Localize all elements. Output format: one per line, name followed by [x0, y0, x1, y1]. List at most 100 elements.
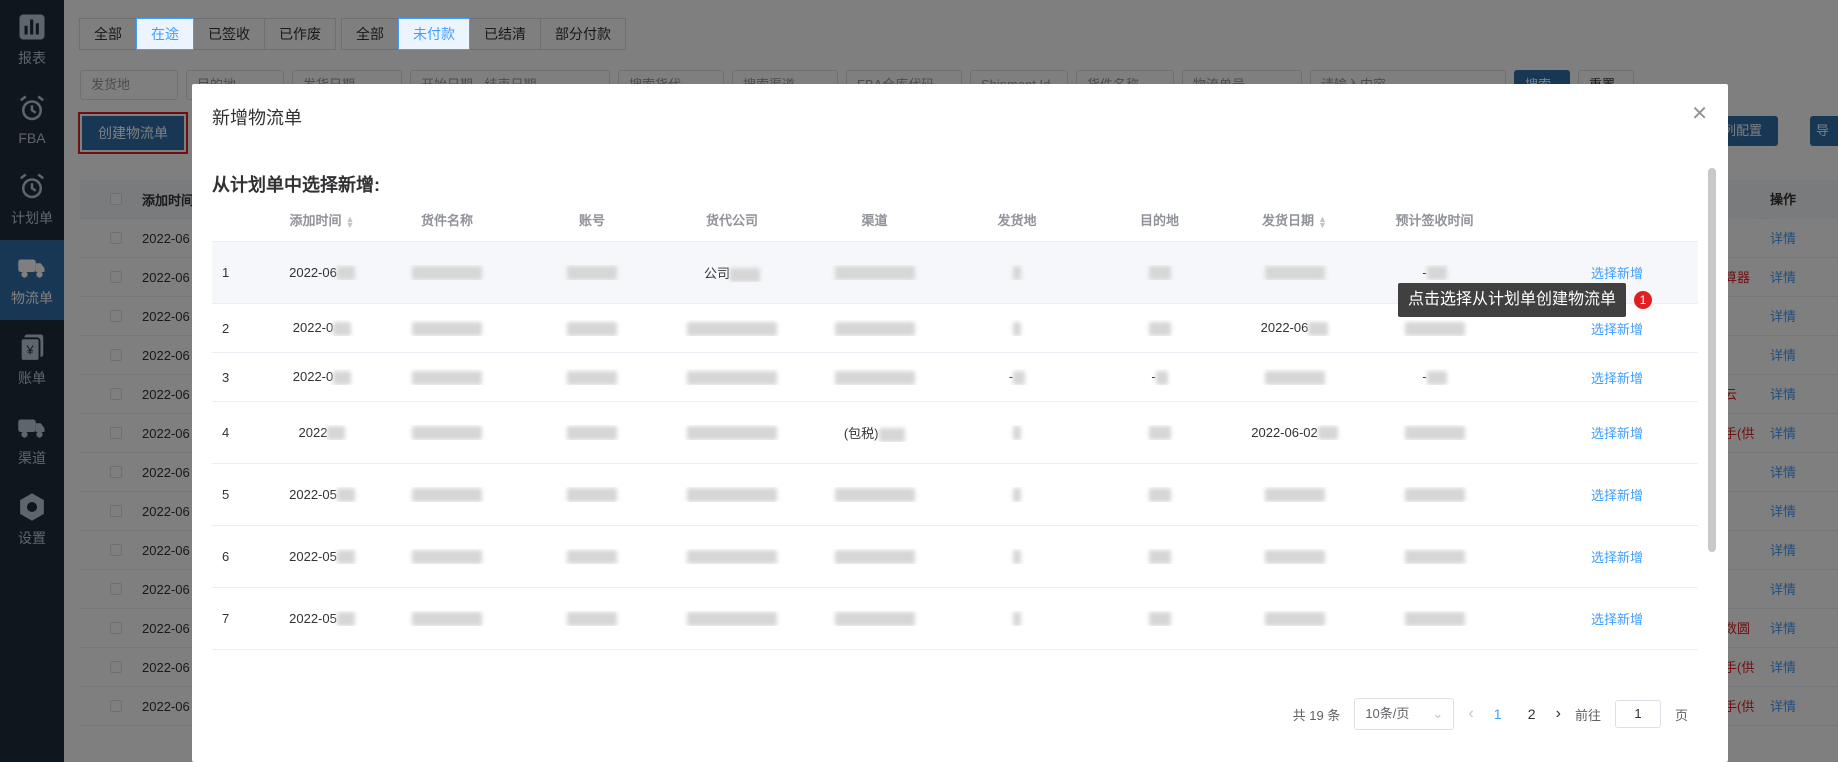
redacted-block: [1148, 321, 1171, 336]
tab-unpaid[interactable]: 未付款: [398, 18, 470, 50]
close-icon[interactable]: ✕: [1691, 104, 1708, 124]
row-add-time-text: 2022-05: [289, 486, 337, 502]
row-eta: [1357, 425, 1512, 441]
col-channel: 渠道: [861, 213, 888, 228]
row-ship-date: [1232, 611, 1357, 627]
redacted-block: [687, 612, 777, 627]
redacted-block: [567, 321, 617, 336]
redacted-block: [412, 550, 482, 565]
redacted-block: [1308, 321, 1329, 336]
redacted-block: [1264, 370, 1325, 385]
page-1[interactable]: 1: [1488, 706, 1508, 722]
row-number-text: 4: [222, 425, 230, 440]
row-number: 3: [212, 370, 272, 385]
row-name: [372, 369, 522, 385]
redacted-block: [1404, 612, 1465, 627]
row-forwarder: [662, 369, 802, 385]
new-logistics-dialog: 新增物流单 ✕ 从计划单中选择新增: 添加时间 ▲ ▼ 货件名称 账号 货代公司 渠…: [192, 84, 1728, 762]
row-ship-date-text: 2022-06: [1260, 320, 1309, 336]
row-eta: [1357, 549, 1512, 565]
row-destination: [1087, 320, 1232, 336]
sort-icon[interactable]: ▲ ▼: [1318, 214, 1327, 229]
row-number: 5: [212, 487, 272, 502]
row-forwarder: [662, 611, 802, 627]
row-origin: [947, 425, 1087, 441]
select-add-link[interactable]: 选择新增: [1512, 609, 1657, 628]
redacted-block: [1013, 370, 1026, 385]
pagination: 共 19 条 10条/页 ⌄ ‹ 1 2 › 前往 1 页: [1293, 698, 1688, 730]
row-add-time-text: 2022: [298, 424, 328, 440]
row-number: 2: [212, 321, 272, 336]
section-title: 从计划单中选择新增:: [212, 175, 380, 195]
row-name: [372, 611, 522, 627]
row-eta: -: [1357, 265, 1512, 281]
row-channel: [802, 320, 947, 336]
redacted-block: [412, 426, 482, 441]
page-size-select[interactable]: 10条/页 ⌄: [1354, 698, 1455, 730]
row-origin: [947, 611, 1087, 627]
row-ship-date: [1232, 549, 1357, 565]
row-name: [372, 425, 522, 441]
redacted-block: [1148, 550, 1171, 565]
redacted-block: [1264, 488, 1325, 503]
col-origin: 发货地: [997, 213, 1037, 228]
chevron-down-icon: ⌄: [1432, 706, 1444, 721]
redacted-block: [1013, 321, 1021, 336]
redacted-block: [1264, 612, 1325, 627]
step-badge: 1: [1634, 291, 1652, 309]
page-2[interactable]: 2: [1522, 706, 1542, 722]
row-ship-date: [1232, 369, 1357, 385]
tab-in-transit[interactable]: 在途: [136, 18, 194, 50]
plan-table: 添加时间 ▲ ▼ 货件名称 账号 货代公司 渠道 发货地 目的地 发货日期 ▲ ▼ 预计…: [212, 198, 1698, 650]
row-account: [522, 549, 662, 565]
select-add-link[interactable]: 选择新增: [1512, 368, 1657, 387]
select-add-link[interactable]: 选择新增: [1512, 263, 1657, 282]
goto-input[interactable]: 1: [1614, 700, 1661, 728]
redacted-block: [1155, 370, 1168, 385]
prev-page-icon[interactable]: ‹: [1468, 705, 1473, 723]
redacted-block: [1148, 488, 1171, 503]
sort-icon[interactable]: ▲ ▼: [346, 214, 355, 229]
goto-label: 前往: [1574, 707, 1601, 723]
row-account: [522, 425, 662, 441]
select-add-link[interactable]: 选择新增: [1512, 485, 1657, 504]
redacted-block: [412, 321, 482, 336]
page-size-value: 10条/页: [1365, 706, 1410, 721]
redacted-block: [567, 370, 617, 385]
col-add-time[interactable]: 添加时间: [290, 213, 342, 228]
select-add-link[interactable]: 选择新增: [1512, 547, 1657, 566]
redacted-block: [333, 321, 352, 336]
redacted-block: [327, 426, 346, 441]
col-ship-date[interactable]: 发货日期: [1262, 213, 1314, 228]
select-add-link[interactable]: 选择新增: [1512, 423, 1657, 442]
row-number-text: 3: [222, 369, 230, 385]
redacted-block: [1148, 612, 1171, 627]
col-account: 账号: [578, 213, 605, 228]
row-name: [372, 265, 522, 281]
row-add-time: 2022-06: [272, 265, 372, 281]
row-account: [522, 611, 662, 627]
scrollbar[interactable]: [1708, 168, 1716, 552]
redacted-block: [1013, 266, 1021, 281]
row-channel: [802, 265, 947, 281]
row-channel: [802, 369, 947, 385]
redacted-block: [412, 266, 482, 281]
redacted-block: [1148, 266, 1171, 281]
row-add-time: 2022-0: [272, 320, 372, 336]
redacted-block: [1013, 426, 1021, 441]
redacted-block: [412, 612, 482, 627]
row-number-text: 7: [222, 611, 230, 626]
row-number: 1: [212, 265, 272, 280]
row-destination: [1087, 549, 1232, 565]
redacted-block: [687, 370, 777, 385]
row-eta: -: [1357, 369, 1512, 385]
row-channel: [802, 549, 947, 565]
total-count: 共 19 条: [1292, 707, 1341, 723]
row-account: [522, 369, 662, 385]
select-add-link[interactable]: 选择新增: [1512, 319, 1657, 338]
redacted-block: [1404, 321, 1465, 336]
next-page-icon[interactable]: ›: [1556, 705, 1561, 723]
table-row: 6 2022-05 选择新增: [212, 526, 1698, 588]
row-forwarder-text: 公司: [703, 266, 730, 281]
row-destination: [1087, 487, 1232, 503]
